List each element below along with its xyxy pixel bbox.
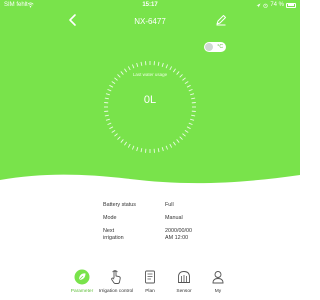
tab-irrigation-control[interactable]: Irrigation control [99, 262, 133, 300]
next-irrigation-date: 2000/00/00 [165, 228, 192, 234]
next-irrigation-label-line2: irrigation [103, 235, 124, 241]
gauge-tick [131, 64, 135, 69]
tab-plan[interactable]: Plan [133, 262, 167, 300]
info-row-mode: Mode Manual [103, 215, 223, 228]
device-title: NX-6477 [134, 17, 166, 26]
gauge-tick [165, 64, 169, 69]
gauge-tick [176, 139, 180, 143]
toggle-knob [205, 43, 213, 51]
gauge-tick [109, 126, 114, 130]
battery-status-label: Battery status [103, 202, 136, 208]
status-bar: SIM fehlt 15:17 74 % [0, 0, 300, 10]
gauge-tick [179, 136, 183, 140]
device-info-list: Battery status Full Mode Manual Next irr… [103, 202, 223, 246]
gauge-tick [165, 145, 169, 150]
gauge-tick [161, 147, 164, 152]
tab-sensor[interactable]: Sensor [167, 262, 201, 300]
gauge-tick [157, 61, 160, 66]
gauge-label: Last water usage [132, 72, 168, 77]
gauge-tick [114, 77, 118, 81]
battery-percent: 74 % [270, 2, 284, 8]
gauge-tick [107, 88, 112, 92]
temperature-unit-toggle[interactable]: °C [204, 42, 226, 52]
sensor-icon [178, 271, 190, 283]
info-row-next-irrigation: Next irrigation 2000/00/00 AM 12:00 [103, 228, 223, 246]
gauge-tick [140, 61, 143, 66]
gauge-tick [184, 129, 189, 133]
alarm-icon [263, 3, 268, 8]
bottom-tab-bar: Parameter Irrigation control Plan Sensor… [65, 262, 235, 300]
gauge-tick [169, 143, 173, 148]
gauge-tick [111, 81, 116, 85]
gauge-tick [109, 84, 114, 88]
plan-document-icon [145, 270, 155, 284]
tab-label-my: My [214, 289, 222, 294]
gauge-tick [114, 133, 118, 137]
tab-my[interactable]: My [201, 262, 235, 300]
leaf-icon [74, 269, 90, 285]
gauge-tick [161, 62, 164, 67]
gauge-tick [188, 88, 193, 92]
gauge-tick [188, 122, 193, 126]
unit-label: °C [217, 43, 223, 50]
gauge-tick [127, 66, 131, 71]
gauge-tick [190, 118, 195, 121]
gauge-tick [182, 133, 186, 137]
hand-tap-icon [111, 270, 121, 284]
gauge-tick [120, 139, 124, 143]
battery-icon [286, 2, 296, 8]
gauge-tick [191, 114, 196, 117]
edit-pencil-icon[interactable] [215, 14, 227, 26]
gauge-tick [117, 136, 121, 140]
gauge-tick [182, 77, 186, 81]
battery-status-value: Full [165, 202, 174, 208]
user-icon [212, 271, 224, 284]
info-row-battery: Battery status Full [103, 202, 223, 215]
gauge-tick [157, 148, 160, 153]
gauge-tick [172, 141, 176, 146]
next-irrigation-label: Next irrigation [103, 228, 158, 242]
tab-parameter[interactable]: Parameter [65, 262, 99, 300]
location-icon [256, 3, 261, 7]
gauge-tick [104, 114, 109, 117]
gauge-tick [107, 122, 112, 126]
gauge-tick [127, 143, 131, 148]
wave-decoration [0, 174, 300, 186]
gauge-value: 0L [143, 94, 157, 106]
gauge-tick [136, 62, 139, 67]
next-irrigation-value: 2000/00/00 AM 12:00 [165, 228, 225, 242]
mode-value: Manual [165, 215, 183, 221]
gauge-tick [111, 129, 116, 133]
next-irrigation-label-line1: Next [103, 228, 115, 234]
gauge-tick [105, 118, 110, 121]
gauge-tick [131, 145, 135, 150]
next-irrigation-time: AM 12:00 [165, 235, 189, 241]
gauge-tick [169, 66, 173, 71]
gauge-tick [136, 147, 139, 152]
gauge-tick [186, 84, 191, 88]
mode-label: Mode [103, 215, 117, 221]
gauge-tick [184, 81, 189, 85]
status-time: 15:17 [142, 2, 158, 8]
gauge-tick [186, 126, 191, 130]
gauge-tick [140, 148, 143, 153]
gauge-tick [124, 141, 128, 146]
